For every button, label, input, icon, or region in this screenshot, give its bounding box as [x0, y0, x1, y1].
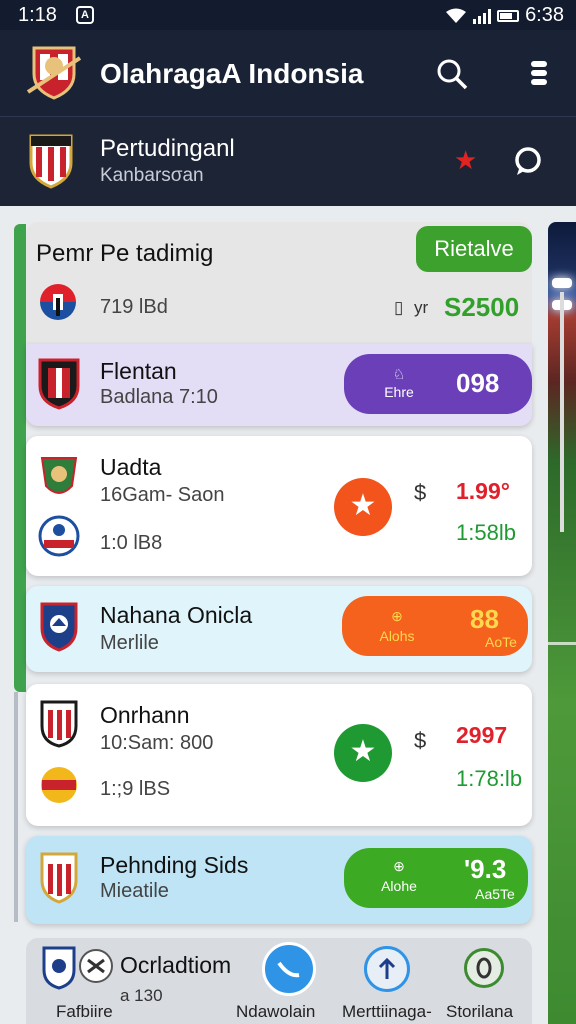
nav-score-button[interactable]: [464, 948, 504, 988]
odds-primary: 1.99°: [456, 478, 510, 504]
odds-sublabel: AoTe: [485, 634, 517, 650]
team-name: Pehnding Sids: [100, 852, 249, 878]
nav-home-button[interactable]: [262, 942, 316, 996]
favorite-star-button[interactable]: ★: [334, 724, 392, 782]
match-time: 16Gam- Saon: [100, 484, 225, 506]
odds-sublabel: Aa5Te: [475, 886, 515, 902]
team-crest-icon: [28, 133, 74, 189]
team-name: Flentan: [100, 358, 177, 384]
featured-yr: yr: [414, 298, 429, 317]
team-crest-icon: [40, 852, 78, 904]
app-logo[interactable]: [26, 44, 82, 100]
notification-icon: A: [76, 6, 94, 24]
team-crest-icon: [40, 700, 78, 748]
featured-title: Pemr Pe tadimig: [36, 240, 214, 267]
target-icon: ⊕: [393, 858, 405, 874]
section-subtitle: Kanbarsσan: [100, 165, 204, 186]
signal-icon: [473, 8, 492, 24]
nav-label: Storilana: [446, 1002, 514, 1021]
odds-label: Alohs: [379, 628, 415, 644]
relative-button[interactable]: Rietalve: [416, 226, 532, 272]
match-time: 10:Sam: 800: [100, 732, 214, 754]
featured-amount: S2500: [444, 292, 520, 322]
match-row[interactable]: Flentan Badlana 7:10 ♘ Ehre 098: [26, 344, 532, 426]
featured-match-card[interactable]: Pemr Pe tadimig Rietalve 719 lBd ▯ yr S2…: [26, 222, 532, 346]
nav-label: Fafbiire: [56, 1002, 113, 1021]
odds-label: Ehre: [384, 384, 414, 400]
odds-secondary: 1:78:lb: [456, 766, 523, 791]
odds-pill[interactable]: ♘ Ehre 098: [344, 354, 532, 414]
team-name: Onrhann: [100, 702, 190, 728]
odds-label: Alohe: [381, 878, 417, 894]
nav-label: Ndawolain: [236, 1002, 316, 1021]
dollar-icon: $: [414, 728, 427, 753]
match-time: Badlana 7:10: [100, 386, 218, 408]
calendar-icon: ▯: [394, 298, 404, 317]
app-title: OlahragaA Indonsia: [100, 58, 364, 89]
odds-value: '9.3: [464, 854, 507, 884]
chat-icon[interactable]: [512, 145, 544, 177]
bottom-number: a 130: [120, 986, 163, 1005]
floodlight: [552, 278, 572, 288]
search-icon[interactable]: [436, 58, 468, 90]
team-crest-icon: [38, 514, 80, 558]
odds-pill[interactable]: ⊕ Alohs 88 AoTe: [342, 596, 528, 656]
odds-pill[interactable]: ⊕ Alohe '9.3 Aa5Te: [344, 848, 528, 908]
dollar-icon: $: [414, 480, 427, 505]
odds-secondary: 1:58lb: [456, 520, 516, 545]
match-row[interactable]: Nahana Oniclа Merlile ⊕ Alohs 88 AoTe: [26, 586, 532, 672]
section-title: Pertudinganl: [100, 135, 235, 162]
featured-sub: 719 lBd: [100, 296, 168, 318]
bottom-nav: Ocrladtiom a 130 Fafbiire Ndawolain Mert…: [26, 938, 532, 1024]
phone-icon: [277, 961, 300, 978]
team-crest-icon: [38, 358, 80, 410]
team-crest-icon: [78, 948, 114, 984]
match-row[interactable]: Onrhann 10:Sam: 800 1:;9 lBS ★ $ 2997 1:…: [26, 684, 532, 826]
zero-icon: [476, 957, 492, 979]
match-info: 1:0 lB8: [100, 532, 163, 554]
battery-icon: [497, 9, 520, 22]
match-status: Mieatile: [100, 880, 169, 902]
team-crest-icon: [38, 454, 80, 500]
favorite-star-icon[interactable]: ★: [454, 145, 477, 176]
accent-stripe: [14, 224, 26, 692]
nav-upload-button[interactable]: [364, 946, 410, 992]
team-crest-icon: [42, 946, 76, 990]
favorite-star-button[interactable]: ★: [334, 478, 392, 536]
section-header: Pertudinganl Kanbarsσan ★: [0, 116, 576, 206]
match-status: Merlile: [100, 632, 159, 654]
odds-primary: 2997: [456, 722, 508, 748]
wifi-icon: [446, 8, 467, 23]
bottom-title: Ocrladtiom: [120, 952, 232, 978]
floodlight-pole: [560, 292, 564, 532]
trophy-icon: ♘: [392, 366, 406, 382]
match-row[interactable]: Pehnding Sids Mieatile ⊕ Alohe '9.3 Aa5T…: [26, 836, 532, 924]
status-right: 6:38: [445, 4, 564, 27]
menu-icon[interactable]: [524, 58, 554, 88]
status-time: 1:18: [18, 4, 57, 26]
status-clock: 6:38: [525, 4, 564, 26]
odds-value: 88: [470, 604, 499, 634]
match-info: 1:;9 lBS: [100, 778, 171, 800]
accent-stripe: [14, 692, 18, 922]
nav-label: Merttiinaga-: [342, 1002, 432, 1021]
target-icon: ⊕: [391, 608, 403, 624]
match-row[interactable]: Uadta 16Gam- Saon 1:0 lB8 ★ $ 1.99° 1:58…: [26, 436, 532, 576]
team-name: Nahana Oniclа: [100, 602, 253, 628]
team-name: Uadta: [100, 454, 162, 480]
flag-icon: [40, 284, 76, 320]
app-bar: OlahragaA Indonsia: [0, 30, 576, 116]
team-crest-icon: [40, 764, 78, 806]
team-crest-icon: [40, 600, 78, 652]
arrow-up-icon: [378, 957, 396, 979]
stadium-image: [548, 222, 576, 1024]
status-bar: 1:18 A 6:38: [0, 0, 576, 30]
odds-value: 098: [456, 368, 500, 398]
